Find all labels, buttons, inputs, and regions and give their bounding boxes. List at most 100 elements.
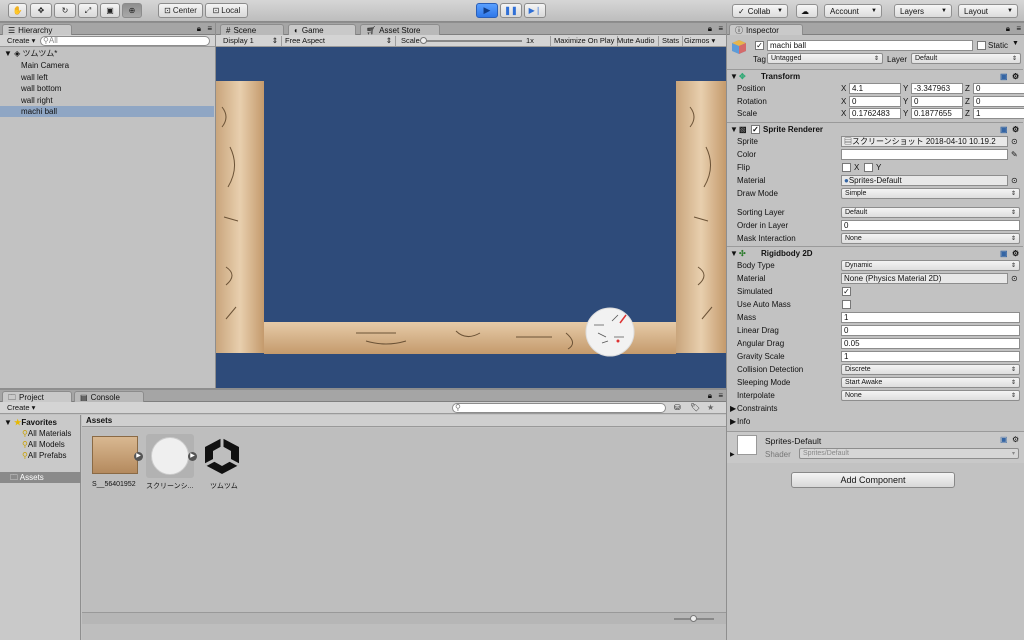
slider-thumb[interactable] bbox=[420, 37, 427, 44]
mass-input[interactable]: 1 bbox=[841, 312, 1020, 323]
filter-type-icon[interactable]: ⛁ bbox=[674, 403, 681, 413]
breadcrumb-label[interactable]: Assets bbox=[86, 416, 112, 425]
hierarchy-search-input[interactable]: ⚲All bbox=[40, 36, 210, 46]
rotation-z-input[interactable]: 0 bbox=[973, 95, 1024, 107]
object-name-input[interactable]: machi ball bbox=[767, 40, 973, 51]
transform-tool-button[interactable]: ⊕ bbox=[122, 3, 142, 18]
info-foldout[interactable]: ▶ Info bbox=[727, 415, 1023, 428]
angular-drag-input[interactable]: 0.05 bbox=[841, 338, 1020, 349]
material-object-field[interactable]: ●Sprites-Default bbox=[841, 175, 1008, 186]
color-swatch[interactable] bbox=[841, 149, 1008, 160]
lock-icon[interactable]: 🔒︎ bbox=[708, 391, 712, 401]
eyedropper-icon[interactable]: ✎ bbox=[1011, 148, 1018, 161]
tab-scene[interactable]: # Scene bbox=[220, 24, 284, 35]
object-picker-icon[interactable]: ⊙ bbox=[1011, 272, 1018, 285]
collision-detection-dropdown[interactable]: Discrete ⇕ bbox=[841, 364, 1020, 375]
gizmos-dropdown[interactable]: Gizmos ▾ bbox=[681, 36, 718, 46]
asset-item[interactable]: ▶ スクリーンシ... bbox=[146, 434, 198, 492]
tab-project[interactable]: 🗀︎ Project bbox=[2, 391, 72, 402]
sprite-renderer-header[interactable]: ▼ ▧ ✓ Sprite Renderer ▣ ⚙ bbox=[727, 122, 1023, 136]
lock-icon[interactable]: 🔒︎ bbox=[1006, 24, 1010, 34]
object-picker-icon[interactable]: ⊙ bbox=[1011, 135, 1018, 148]
mute-audio-toggle[interactable]: Mute Audio bbox=[614, 36, 659, 46]
object-picker-icon[interactable]: ⊙ bbox=[1011, 174, 1018, 187]
layers-dropdown[interactable]: Layers ▼ bbox=[894, 4, 952, 18]
move-tool-button[interactable]: ✥ bbox=[30, 3, 52, 18]
flip-x-checkbox[interactable] bbox=[842, 163, 851, 172]
hand-tool-button[interactable]: ✋ bbox=[8, 3, 27, 18]
collapsed-arrow-icon[interactable]: ▶ bbox=[730, 451, 735, 458]
lock-icon[interactable]: 🔒︎ bbox=[197, 24, 201, 34]
auto-mass-checkbox[interactable] bbox=[842, 300, 851, 309]
expand-sprite-icon[interactable]: ▶ bbox=[134, 452, 143, 461]
rotate-tool-button[interactable]: ↻ bbox=[54, 3, 76, 18]
assets-folder-row[interactable]: 🗀︎ Assets bbox=[0, 472, 81, 483]
rigidbody2d-header[interactable]: ▼ ✣ Rigidbody 2D ▣ ⚙ bbox=[727, 246, 1023, 260]
hierarchy-item[interactable]: Main Camera bbox=[0, 60, 214, 71]
rect-tool-button[interactable]: ▣ bbox=[100, 3, 120, 18]
layout-dropdown[interactable]: Layout ▼ bbox=[958, 4, 1018, 18]
scale-y-input[interactable]: 0.1877655 bbox=[911, 108, 963, 120]
position-x-input[interactable]: 4.1 bbox=[849, 83, 901, 94]
collab-dropdown[interactable]: ✓ Collab ▼ bbox=[732, 4, 788, 18]
play-button[interactable]: ▶ bbox=[476, 3, 498, 18]
stats-toggle[interactable]: Stats bbox=[659, 36, 684, 46]
draw-mode-dropdown[interactable]: Simple ⇕ bbox=[841, 188, 1020, 199]
tab-game[interactable]: ◐ Game bbox=[288, 24, 356, 35]
linear-drag-input[interactable]: 0 bbox=[841, 325, 1020, 336]
active-checkbox[interactable]: ✓ bbox=[755, 41, 764, 50]
scale-tool-button[interactable]: ⤢ bbox=[78, 3, 98, 18]
shader-dropdown[interactable]: Sprites/Default ▾ bbox=[799, 448, 1019, 459]
panel-menu-icon[interactable]: ≡ bbox=[718, 24, 723, 34]
position-y-input[interactable]: -3.347963 bbox=[911, 83, 963, 94]
sprite-object-field[interactable]: ▤スクリーンショット 2018-04-10 10.19.2 bbox=[841, 136, 1008, 147]
scale-z-input[interactable]: 1 bbox=[973, 108, 1024, 120]
scale-x-input[interactable]: 0.1762483 bbox=[849, 108, 901, 120]
component-enabled-checkbox[interactable]: ✓ bbox=[751, 125, 760, 134]
maximize-on-play-toggle[interactable]: Maximize On Play bbox=[550, 36, 619, 46]
account-dropdown[interactable]: Account ▼ bbox=[824, 4, 882, 18]
cloud-button[interactable]: ☁ bbox=[796, 4, 818, 18]
gravity-scale-input[interactable]: 1 bbox=[841, 351, 1020, 362]
panel-menu-icon[interactable]: ≡ bbox=[207, 24, 212, 34]
step-button[interactable]: ▶❘ bbox=[524, 3, 546, 18]
hierarchy-item[interactable]: wall bottom bbox=[0, 83, 214, 94]
rotation-y-input[interactable]: 0 bbox=[911, 95, 963, 107]
asset-item[interactable]: ▶ S__56401952 bbox=[92, 436, 143, 492]
lock-icon[interactable]: 🔒︎ bbox=[708, 24, 712, 34]
scene-root-row[interactable]: ▼ ◈ ツムツム* bbox=[0, 48, 214, 59]
scale-slider[interactable]: Scale 1x bbox=[398, 36, 548, 46]
static-checkbox[interactable] bbox=[977, 41, 986, 50]
hierarchy-item[interactable]: machi ball bbox=[0, 106, 214, 117]
expand-sprite-icon[interactable]: ▶ bbox=[188, 452, 197, 461]
panel-menu-icon[interactable]: ≡ bbox=[1016, 24, 1021, 34]
transform-header[interactable]: ▼ ✥ Transform ▣ ⚙ bbox=[727, 69, 1023, 83]
pause-button[interactable]: ❚❚ bbox=[500, 3, 522, 18]
favorite-item[interactable]: ⚲All Materials bbox=[0, 428, 81, 439]
sleeping-mode-dropdown[interactable]: Start Awake ⇕ bbox=[841, 377, 1020, 388]
project-search-input[interactable]: ⚲ bbox=[452, 403, 666, 413]
flip-y-checkbox[interactable] bbox=[864, 163, 873, 172]
aspect-dropdown[interactable]: Free Aspect ⇕ bbox=[282, 36, 396, 46]
settings-gear-icon[interactable]: ⚙ bbox=[1012, 435, 1019, 444]
mask-interaction-dropdown[interactable]: None ⇕ bbox=[841, 233, 1020, 244]
tab-console[interactable]: ▤ Console bbox=[74, 391, 144, 402]
filter-label-icon[interactable]: 🏷︎ bbox=[690, 403, 700, 413]
tab-asset-store[interactable]: 🛒︎ Asset Store bbox=[360, 24, 440, 35]
panel-menu-icon[interactable]: ≡ bbox=[718, 391, 723, 401]
sorting-layer-dropdown[interactable]: Default ⇕ bbox=[841, 207, 1020, 218]
tab-hierarchy[interactable]: ☰ Hierarchy bbox=[2, 24, 72, 35]
interpolate-dropdown[interactable]: None ⇕ bbox=[841, 390, 1020, 401]
pivot-center-button[interactable]: ⊡ Center bbox=[158, 3, 203, 18]
physics-material-field[interactable]: None (Physics Material 2D) bbox=[841, 273, 1008, 284]
create-dropdown[interactable]: Create ▾ bbox=[4, 36, 38, 46]
favorite-item[interactable]: ⚲All Models bbox=[0, 439, 81, 450]
add-component-button[interactable]: Add Component bbox=[791, 472, 955, 488]
hierarchy-item[interactable]: wall left bbox=[0, 72, 214, 83]
layer-dropdown[interactable]: Default ⇕ bbox=[911, 53, 1021, 64]
asset-item[interactable]: ツムツム bbox=[202, 436, 248, 492]
hierarchy-item[interactable]: wall right bbox=[0, 95, 214, 106]
project-create-dropdown[interactable]: Create ▾ bbox=[4, 403, 38, 413]
order-in-layer-input[interactable]: 0 bbox=[841, 220, 1020, 231]
simulated-checkbox[interactable]: ✓ bbox=[842, 287, 851, 296]
